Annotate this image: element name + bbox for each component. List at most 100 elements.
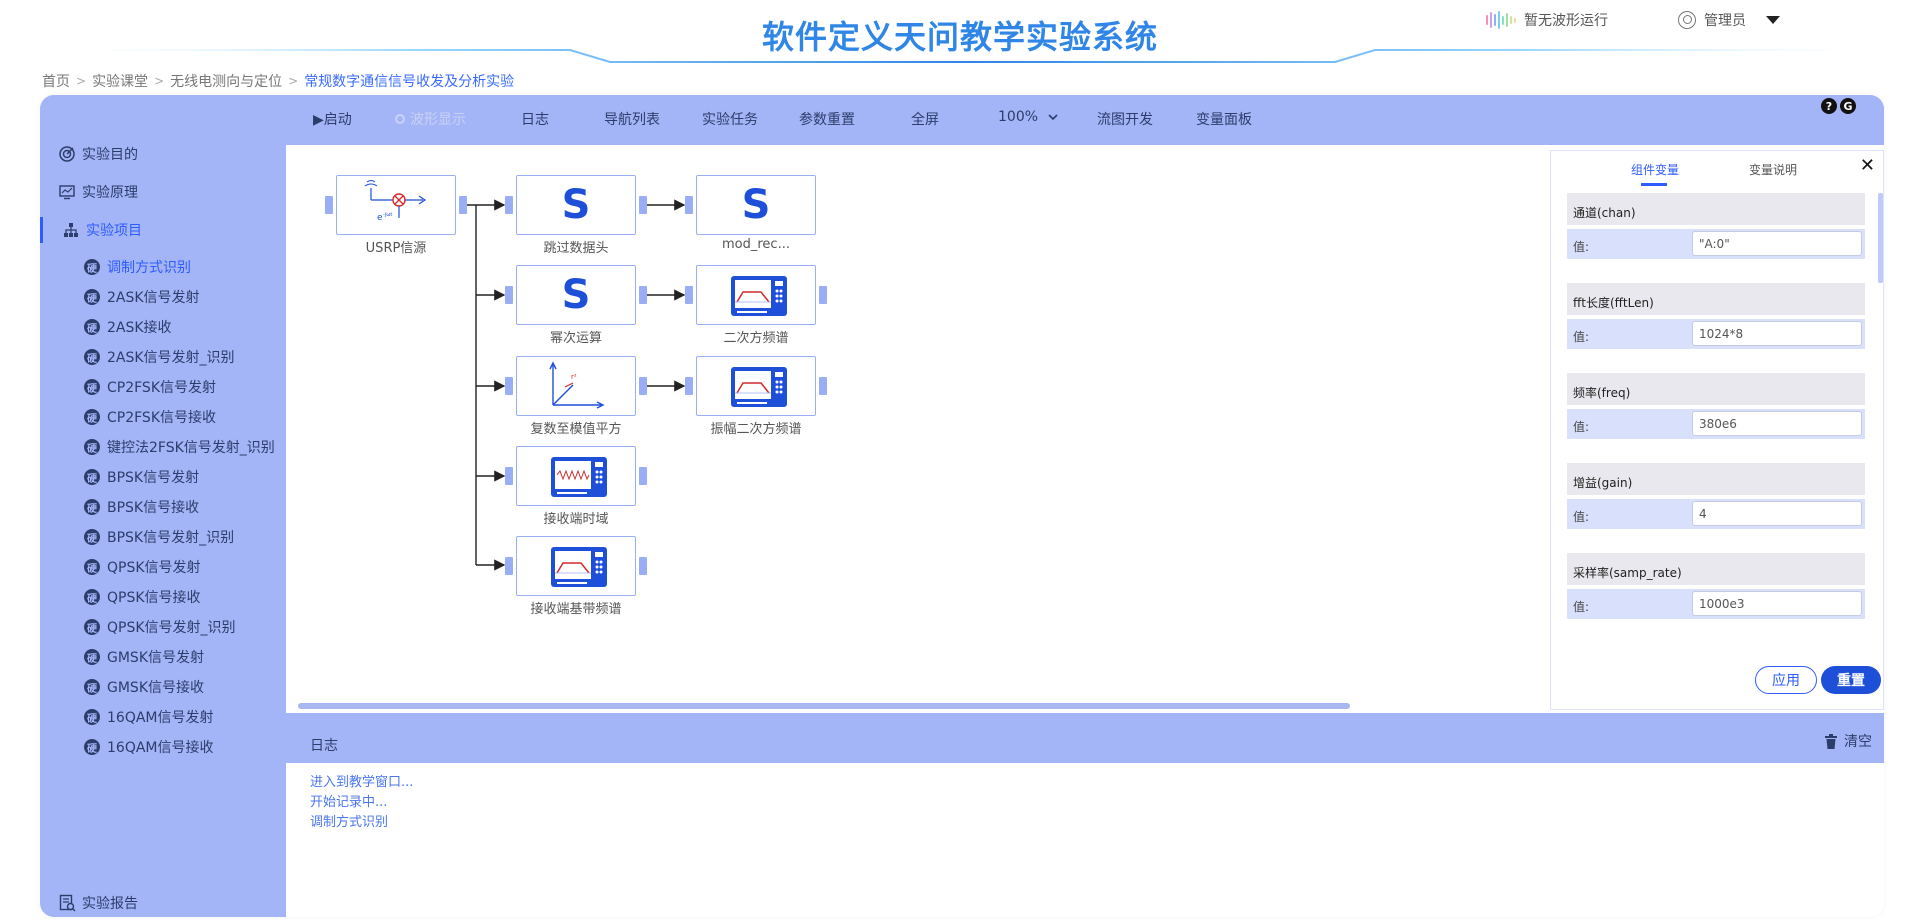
- block-input-port[interactable]: [505, 557, 513, 575]
- sidebar-item-principle[interactable]: 实验原理: [40, 175, 286, 209]
- block-output-port[interactable]: [819, 286, 827, 304]
- sidebar-item-objective[interactable]: 实验目的: [40, 137, 286, 171]
- block-rx-time[interactable]: [505, 446, 647, 506]
- sidebar-sub-item[interactable]: 硬 GMSK信号发射: [40, 640, 286, 674]
- block-power[interactable]: S: [505, 265, 647, 325]
- sidebar-sub-item[interactable]: 硬 QPSK信号接收: [40, 580, 286, 614]
- block-output-port[interactable]: [459, 196, 467, 214]
- horizontal-scrollbar[interactable]: [298, 703, 1350, 709]
- hardware-icon-letter: 硬: [84, 409, 100, 425]
- tab-var-description[interactable]: 变量说明: [1749, 161, 1797, 178]
- sidebar-sub-item[interactable]: 硬 GMSK信号接收: [40, 670, 286, 704]
- user-menu[interactable]: 管理员: [1678, 10, 1780, 30]
- breadcrumb-item-course[interactable]: 无线电测向与定位: [170, 71, 282, 91]
- sidebar-sub-item[interactable]: 硬 16QAM信号发射: [40, 700, 286, 734]
- variable-card: fft长度(fftLen) 值:: [1567, 283, 1865, 363]
- sidebar-item-report[interactable]: 实验报告: [40, 886, 286, 917]
- block-usrp-source[interactable]: e -jωt: [325, 175, 467, 235]
- sidebar-sub-item[interactable]: 硬 BPSK信号接收: [40, 490, 286, 524]
- sidebar-sub-item-label: CP2FSK信号发射: [107, 380, 216, 396]
- sidebar-sub-item[interactable]: 硬调制方式识别: [40, 250, 286, 284]
- block-output-port[interactable]: [639, 467, 647, 485]
- reset-params-button[interactable]: 参数重置: [799, 109, 855, 129]
- hardware-icon-letter: 硬: [84, 349, 100, 365]
- tasks-button[interactable]: 实验任务: [702, 109, 758, 129]
- block-complex-mag[interactable]: r²: [505, 356, 647, 416]
- block-input-port[interactable]: [685, 196, 693, 214]
- breadcrumb-item-classroom[interactable]: 实验课堂: [92, 71, 148, 91]
- log-header: 日志 清空: [286, 713, 1884, 763]
- hardware-icon: 硬: [83, 738, 101, 756]
- block-input-port[interactable]: [685, 286, 693, 304]
- block-output-port[interactable]: [819, 377, 827, 395]
- sidebar-sub-item[interactable]: 硬 BPSK信号发射: [40, 460, 286, 494]
- hardware-icon: 硬: [83, 678, 101, 696]
- sidebar-sub-item[interactable]: 硬 2ASK信号发射_识别: [40, 340, 286, 374]
- waveform-display-button[interactable]: 波形显示: [394, 109, 466, 129]
- apply-button[interactable]: 应用: [1755, 666, 1817, 694]
- reset-button[interactable]: 重置: [1821, 666, 1881, 694]
- vertical-scrollbar[interactable]: [1878, 193, 1883, 283]
- block-label: 幂次运算: [549, 331, 602, 346]
- var-panel-button[interactable]: 变量面板: [1196, 109, 1252, 129]
- sidebar-sub-item[interactable]: 硬 CP2FSK信号接收: [40, 400, 286, 434]
- sidebar-sub-item-label: 键控法2FSK信号发射_识别: [107, 440, 275, 456]
- block-input-port[interactable]: [505, 467, 513, 485]
- variable-value-input[interactable]: [1692, 501, 1862, 526]
- variable-value-input[interactable]: [1692, 411, 1862, 436]
- hardware-icon-letter: 硬: [84, 559, 100, 575]
- chevron-down-icon[interactable]: [1766, 16, 1780, 24]
- block-output-port[interactable]: [639, 286, 647, 304]
- trash-icon: [1825, 733, 1837, 749]
- sidebar-sub-item[interactable]: 硬 16QAM信号接收: [40, 730, 286, 764]
- sidebar-sub-item[interactable]: 硬键控法2FSK信号发射_识别: [40, 430, 286, 464]
- variable-name: 通道(chan): [1567, 193, 1865, 225]
- block-output-port[interactable]: [639, 377, 647, 395]
- sidebar-sub-item[interactable]: 硬 2ASK接收: [40, 310, 286, 344]
- zoom-select[interactable]: 100%: [998, 109, 1058, 125]
- block-sq-spectrum[interactable]: [685, 265, 827, 325]
- breadcrumb-item-home[interactable]: 首页: [42, 71, 70, 91]
- hardware-icon-letter: 硬: [84, 469, 100, 485]
- g-icon[interactable]: G: [1840, 98, 1856, 114]
- block-input-port[interactable]: [505, 377, 513, 395]
- flow-dev-button[interactable]: 流图开发: [1097, 109, 1153, 129]
- block-output-port[interactable]: [639, 196, 647, 214]
- sidebar-sub-item[interactable]: 硬 BPSK信号发射_识别: [40, 520, 286, 554]
- block-rx-baseband[interactable]: [505, 536, 647, 596]
- sidebar-sub-item[interactable]: 硬 QPSK信号发射_识别: [40, 610, 286, 644]
- variable-name: fft长度(fftLen): [1567, 283, 1865, 315]
- user-name: 管理员: [1704, 13, 1746, 29]
- sidebar-item-projects[interactable]: 实验项目: [40, 213, 286, 247]
- close-icon[interactable]: ✕: [1860, 155, 1875, 176]
- tab-component-vars[interactable]: 组件变量: [1631, 161, 1679, 186]
- sidebar-sub-item[interactable]: 硬 2ASK信号发射: [40, 280, 286, 314]
- help-icon[interactable]: ?: [1821, 98, 1837, 114]
- hardware-icon: 硬: [83, 288, 101, 306]
- hardware-icon-letter: 硬: [84, 619, 100, 635]
- start-button[interactable]: ▶启动: [313, 109, 352, 129]
- block-skip-header[interactable]: S: [505, 175, 647, 235]
- block-input-port[interactable]: [325, 196, 333, 214]
- sidebar-sub-item[interactable]: 硬 QPSK信号发射: [40, 550, 286, 584]
- variable-value-input[interactable]: [1692, 591, 1862, 616]
- variable-value-input[interactable]: [1692, 231, 1862, 256]
- variable-card: 频率(freq) 值:: [1567, 373, 1865, 453]
- block-amp-sq-spectrum[interactable]: [685, 356, 827, 416]
- variable-card: 通道(chan) 值:: [1567, 193, 1865, 273]
- block-input-port[interactable]: [505, 286, 513, 304]
- flowgraph-canvas[interactable]: e -jωt USRP信源 S 跳过数据头 S mod_rec... S 幂次运…: [286, 145, 1536, 707]
- block-input-port[interactable]: [685, 377, 693, 395]
- variable-value-input[interactable]: [1692, 321, 1862, 346]
- block-input-port[interactable]: [505, 196, 513, 214]
- block-output-port[interactable]: [639, 557, 647, 575]
- chevron-down-icon: [1048, 114, 1058, 121]
- nav-list-button[interactable]: 导航列表: [604, 109, 660, 129]
- sidebar-sub-item[interactable]: 硬 CP2FSK信号发射: [40, 370, 286, 404]
- sidebar-sub-item-label: 2ASK信号发射_识别: [107, 350, 235, 366]
- fullscreen-button[interactable]: 全屏: [911, 109, 939, 129]
- block-mod-rec[interactable]: S: [685, 175, 816, 235]
- log-button[interactable]: 日志: [521, 109, 549, 129]
- clear-log-button[interactable]: 清空: [1824, 731, 1872, 751]
- log-line: 调制方式识别: [310, 815, 389, 830]
